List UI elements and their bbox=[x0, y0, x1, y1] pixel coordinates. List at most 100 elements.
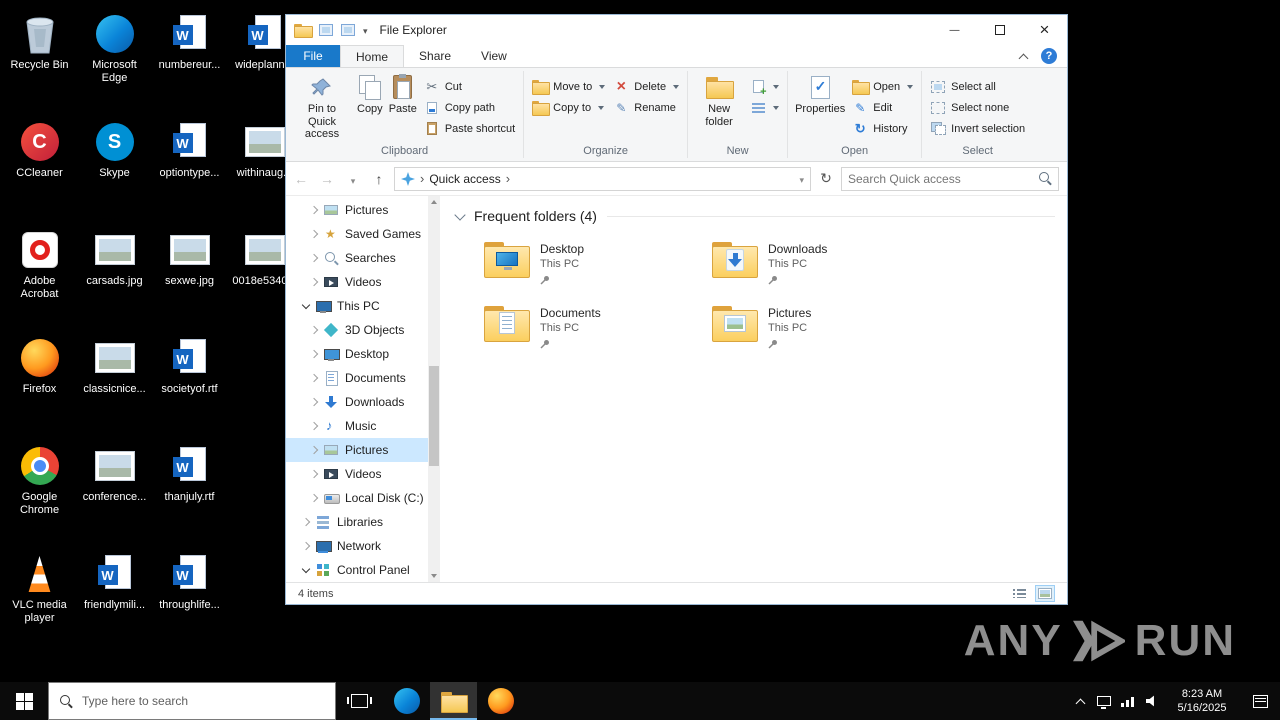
cut-button[interactable]: Cut bbox=[420, 76, 519, 97]
expand-chevron-icon[interactable] bbox=[308, 327, 320, 333]
close-button[interactable] bbox=[1022, 15, 1067, 45]
new-folder-button[interactable]: New folder bbox=[692, 70, 746, 128]
nav-scrollbar[interactable] bbox=[428, 196, 440, 582]
collapse-chevron-icon[interactable] bbox=[300, 305, 312, 308]
explorer-search-box[interactable] bbox=[841, 167, 1059, 191]
desktop-icon-numbereur[interactable]: numbereur... bbox=[152, 6, 227, 114]
nav-searches[interactable]: Searches bbox=[286, 246, 440, 270]
select-all-button[interactable]: Select all bbox=[926, 76, 1029, 97]
nav-videos-user[interactable]: Videos bbox=[286, 270, 440, 294]
hidden-icons-button[interactable] bbox=[1068, 682, 1092, 720]
large-icons-view-button[interactable] bbox=[1035, 585, 1055, 602]
nav-music[interactable]: Music bbox=[286, 414, 440, 438]
expand-chevron-icon[interactable] bbox=[308, 447, 320, 453]
easy-access-button[interactable] bbox=[746, 97, 783, 118]
collapse-section-chevron-icon[interactable] bbox=[454, 209, 465, 220]
task-view-button[interactable] bbox=[336, 682, 383, 720]
tray-network-button[interactable] bbox=[1116, 682, 1140, 720]
refresh-button[interactable] bbox=[815, 170, 837, 187]
desktop-icon-friendlymili[interactable]: friendlymili... bbox=[77, 546, 152, 654]
expand-chevron-icon[interactable] bbox=[308, 207, 320, 213]
desktop-icon-throughlife[interactable]: throughlife... bbox=[152, 546, 227, 654]
taskbar-firefox-button[interactable] bbox=[477, 682, 524, 720]
copy-path-button[interactable]: Copy path bbox=[420, 97, 519, 118]
collapse-chevron-icon[interactable] bbox=[300, 569, 312, 572]
expand-chevron-icon[interactable] bbox=[300, 519, 312, 525]
properties-button[interactable]: Properties bbox=[792, 70, 848, 116]
desktop-icon-thanjuly-rtf[interactable]: thanjuly.rtf bbox=[152, 438, 227, 546]
action-center-button[interactable] bbox=[1240, 695, 1280, 708]
copy-button[interactable]: Copy bbox=[354, 70, 386, 116]
nav-videos[interactable]: Videos bbox=[286, 462, 440, 486]
recent-locations-button[interactable] bbox=[342, 171, 364, 187]
rename-button[interactable]: Rename bbox=[609, 97, 683, 118]
desktop-icon-classicnice[interactable]: classicnice... bbox=[77, 330, 152, 438]
new-item-button[interactable] bbox=[746, 76, 783, 97]
expand-chevron-icon[interactable] bbox=[308, 351, 320, 357]
breadcrumb-chevron-icon[interactable] bbox=[506, 171, 510, 186]
tab-view[interactable]: View bbox=[466, 45, 522, 67]
history-button[interactable]: History bbox=[848, 118, 917, 139]
nav-pictures[interactable]: Pictures bbox=[286, 438, 440, 462]
scroll-down-arrow[interactable] bbox=[428, 570, 440, 582]
desktop-icon-microsoft-edge[interactable]: Microsoft Edge bbox=[77, 6, 152, 114]
desktop-icon-firefox[interactable]: Firefox bbox=[2, 330, 77, 438]
nav-network[interactable]: Network bbox=[286, 534, 440, 558]
tile-downloads[interactable]: Downloads This PC bbox=[712, 240, 940, 304]
expand-chevron-icon[interactable] bbox=[308, 375, 320, 381]
explorer-search-input[interactable] bbox=[848, 172, 1033, 186]
address-bar[interactable]: Quick access bbox=[394, 167, 811, 191]
breadcrumb[interactable]: Quick access bbox=[429, 172, 500, 186]
desktop-icon-optiontype[interactable]: optiontype... bbox=[152, 114, 227, 222]
expand-chevron-icon[interactable] bbox=[308, 255, 320, 261]
tray-display-button[interactable] bbox=[1092, 682, 1116, 720]
invert-selection-button[interactable]: Invert selection bbox=[926, 118, 1029, 139]
nav-control-panel[interactable]: Control Panel bbox=[286, 558, 440, 582]
desktop-icon-carsads-jpg[interactable]: carsads.jpg bbox=[77, 222, 152, 330]
breadcrumb-chevron-icon[interactable] bbox=[420, 171, 424, 186]
nav-desktop[interactable]: Desktop bbox=[286, 342, 440, 366]
nav-saved-games[interactable]: Saved Games bbox=[286, 222, 440, 246]
tile-desktop[interactable]: Desktop This PC bbox=[484, 240, 712, 304]
expand-chevron-icon[interactable] bbox=[308, 399, 320, 405]
desktop-icon-google-chrome[interactable]: Google Chrome bbox=[2, 438, 77, 546]
nav-libraries[interactable]: Libraries bbox=[286, 510, 440, 534]
qat-new-folder-button[interactable] bbox=[341, 24, 355, 36]
collapse-ribbon-button[interactable] bbox=[1019, 53, 1029, 63]
desktop-icon-sexwe-jpg[interactable]: sexwe.jpg bbox=[152, 222, 227, 330]
frequent-folders-header[interactable]: Frequent folders (4) bbox=[454, 208, 1055, 224]
details-view-button[interactable] bbox=[1009, 585, 1029, 602]
scrollbar-thumb[interactable] bbox=[429, 366, 439, 466]
nav-local-disk-c[interactable]: Local Disk (C:) bbox=[286, 486, 440, 510]
tab-share[interactable]: Share bbox=[404, 45, 466, 67]
back-button[interactable] bbox=[290, 171, 312, 187]
select-none-button[interactable]: Select none bbox=[926, 97, 1029, 118]
expand-chevron-icon[interactable] bbox=[308, 279, 320, 285]
minimize-button[interactable] bbox=[932, 15, 977, 45]
desktop-icon-adobe-acrobat[interactable]: Adobe Acrobat bbox=[2, 222, 77, 330]
tray-volume-button[interactable] bbox=[1140, 682, 1164, 720]
nav-documents[interactable]: Documents bbox=[286, 366, 440, 390]
desktop-icon-vlc[interactable]: VLC media player bbox=[2, 546, 77, 654]
expand-chevron-icon[interactable] bbox=[300, 543, 312, 549]
nav-downloads[interactable]: Downloads bbox=[286, 390, 440, 414]
desktop-icon-societyof-rtf[interactable]: societyof.rtf bbox=[152, 330, 227, 438]
move-to-button[interactable]: Move to bbox=[528, 76, 609, 97]
scroll-up-arrow[interactable] bbox=[428, 196, 440, 208]
nav-pictures-user[interactable]: Pictures bbox=[286, 198, 440, 222]
open-button[interactable]: Open bbox=[848, 76, 917, 97]
tile-documents[interactable]: Documents This PC bbox=[484, 304, 712, 368]
tab-home[interactable]: Home bbox=[340, 45, 404, 67]
taskbar-clock[interactable]: 8:23 AM 5/16/2025 bbox=[1164, 687, 1240, 716]
nav-3d-objects[interactable]: 3D Objects bbox=[286, 318, 440, 342]
expand-chevron-icon[interactable] bbox=[308, 231, 320, 237]
expand-chevron-icon[interactable] bbox=[308, 471, 320, 477]
taskbar-file-explorer-button[interactable] bbox=[430, 682, 477, 720]
pin-to-quick-access-button[interactable]: Pin to Quick access bbox=[290, 70, 354, 141]
desktop-icon-recycle-bin[interactable]: Recycle Bin bbox=[2, 6, 77, 114]
taskbar-search-box[interactable] bbox=[48, 682, 336, 720]
forward-button[interactable] bbox=[316, 171, 338, 187]
help-button[interactable] bbox=[1041, 48, 1057, 64]
title-bar[interactable]: File Explorer bbox=[286, 15, 1067, 45]
qat-properties-button[interactable] bbox=[319, 24, 333, 36]
